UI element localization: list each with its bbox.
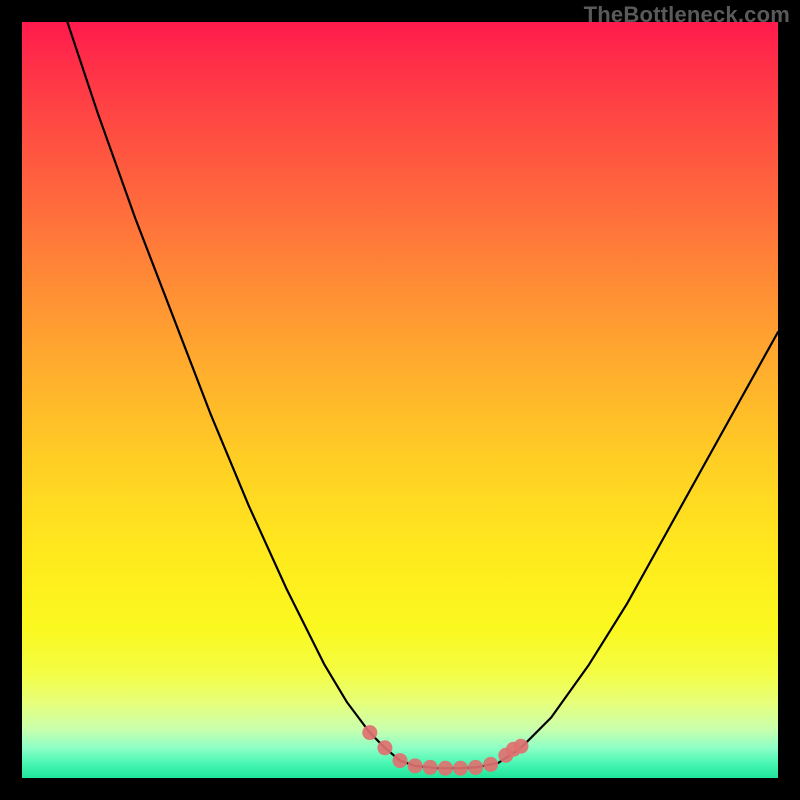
highlight-dot <box>393 753 408 768</box>
highlight-dot <box>423 760 438 775</box>
highlight-dot <box>408 758 423 773</box>
highlight-dot <box>453 761 468 776</box>
highlight-dot <box>468 760 483 775</box>
curve-path <box>67 22 778 768</box>
watermark-text: TheBottleneck.com <box>584 2 790 28</box>
highlight-dot <box>377 740 392 755</box>
chart-frame: TheBottleneck.com <box>0 0 800 800</box>
highlight-dot <box>438 761 453 776</box>
highlight-dot <box>362 725 377 740</box>
highlight-dot <box>514 739 529 754</box>
highlight-dot <box>483 757 498 772</box>
highlight-markers <box>362 725 528 776</box>
chart-overlay-svg <box>0 0 800 800</box>
curve-line <box>67 22 778 768</box>
